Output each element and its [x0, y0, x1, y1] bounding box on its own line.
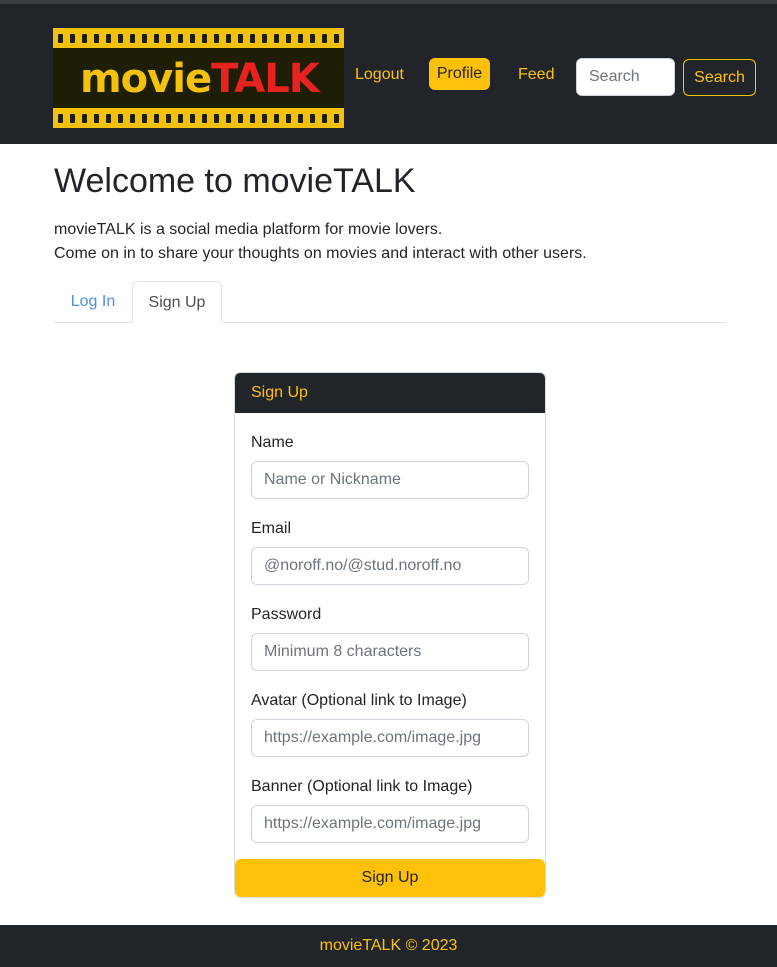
brand-part2: TALK — [211, 56, 320, 102]
nav-profile-link[interactable]: Profile — [429, 58, 490, 90]
name-field[interactable] — [251, 461, 529, 499]
search-button[interactable]: Search — [683, 59, 756, 96]
brand-logo[interactable]: movieTALK — [53, 28, 344, 128]
signup-card-header: Sign Up — [235, 373, 545, 413]
nav-logout-link[interactable]: Logout — [355, 63, 404, 87]
sign-up-button[interactable]: Sign Up — [235, 859, 545, 897]
email-label: Email — [251, 520, 292, 537]
nav-feed-link[interactable]: Feed — [518, 63, 554, 87]
name-label: Name — [251, 434, 294, 451]
film-strip-top — [53, 28, 344, 48]
search-input[interactable] — [576, 58, 675, 96]
intro-line-2: Come on in to share your thoughts on mov… — [54, 245, 587, 262]
film-strip-bottom — [53, 108, 344, 128]
page-title: Welcome to movieTALK — [54, 162, 416, 200]
tab-sign-up[interactable]: Sign Up — [132, 281, 222, 323]
avatar-label: Avatar (Optional link to Image) — [251, 692, 467, 709]
banner-field[interactable] — [251, 805, 529, 843]
brand-part1: movie — [80, 56, 212, 102]
email-field[interactable] — [251, 547, 529, 585]
banner-label: Banner (Optional link to Image) — [251, 778, 473, 795]
intro-text: movieTALK is a social media platform for… — [54, 218, 587, 266]
tab-log-in[interactable]: Log In — [54, 281, 132, 323]
avatar-field[interactable] — [251, 719, 529, 757]
navbar: movieTALK Logout Profile Feed Search — [0, 4, 777, 144]
footer: movieTALK © 2023 — [0, 925, 777, 967]
brand-wordmark: movieTALK — [80, 56, 320, 102]
password-label: Password — [251, 606, 322, 623]
password-field[interactable] — [251, 633, 529, 671]
intro-line-1: movieTALK is a social media platform for… — [54, 221, 443, 238]
signup-card: Sign Up Name Email Password Avatar (Opti… — [234, 372, 546, 898]
